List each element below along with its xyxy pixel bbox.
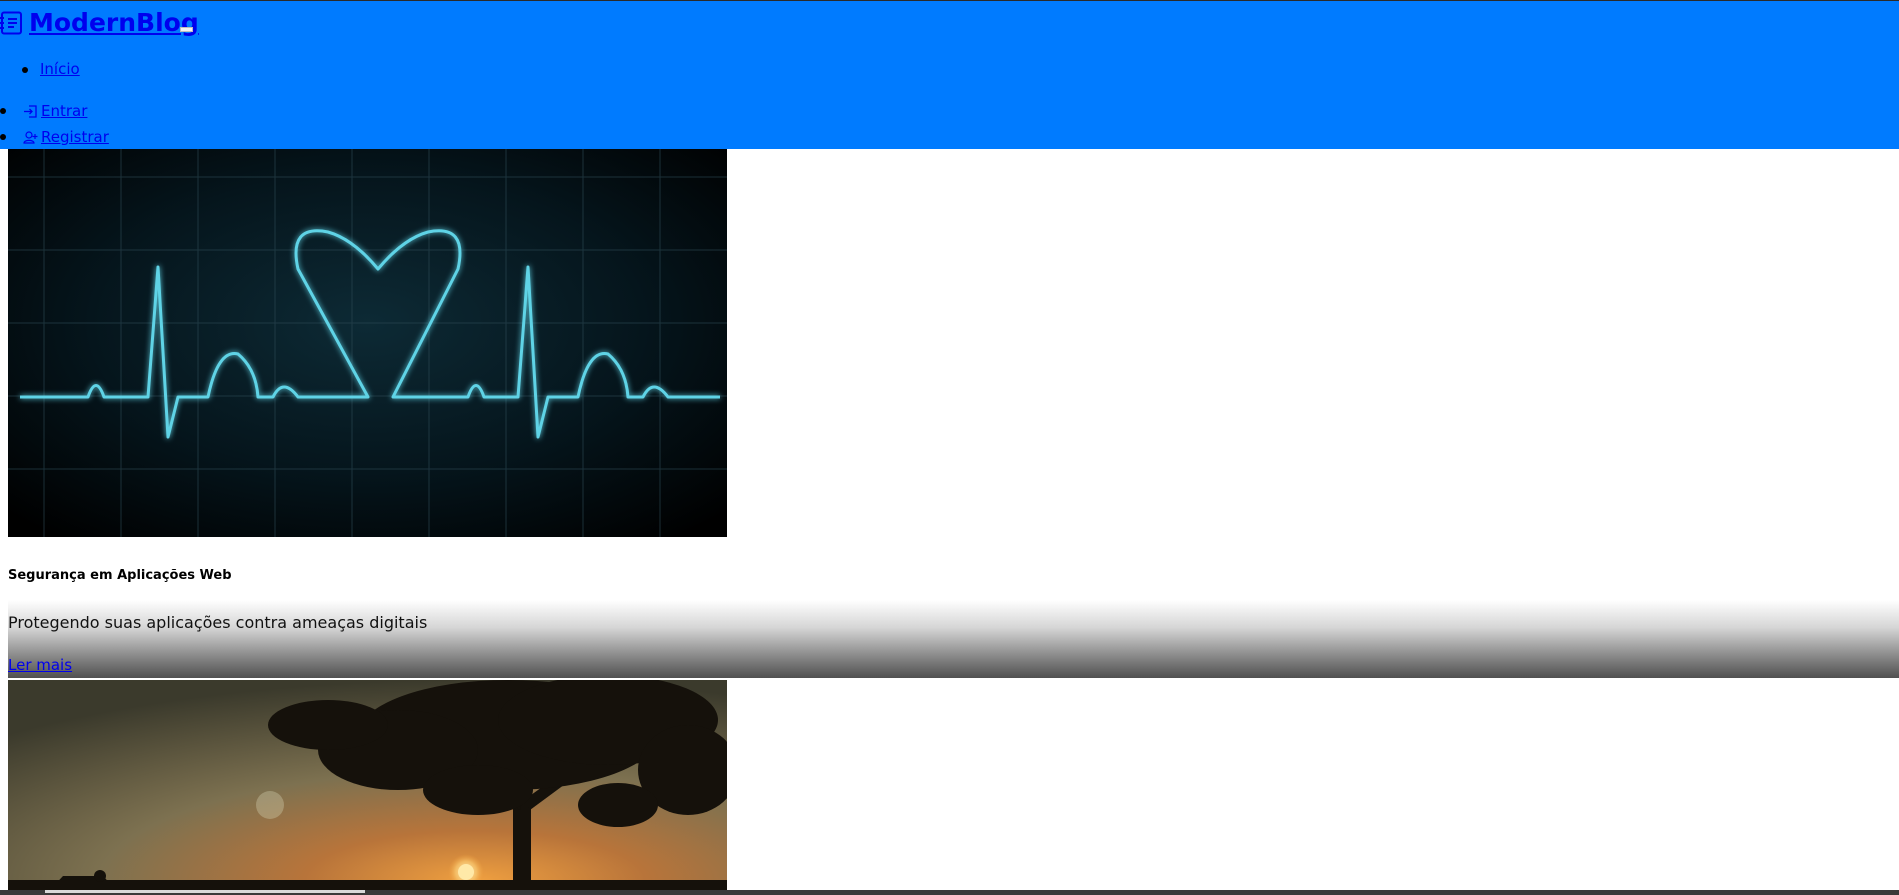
post-excerpt: Protegendo suas aplicações contra ameaça… [8, 613, 428, 632]
ecg-heartbeat-heart-image [8, 149, 727, 537]
list-bullet [22, 67, 28, 73]
nav-link-label: Entrar [41, 102, 88, 120]
nav-link-entrar[interactable]: Entrar [23, 102, 87, 120]
list-bullet [0, 134, 6, 140]
post-title: Segurança em Aplicações Web [8, 568, 232, 583]
navbar-toggler-button[interactable] [180, 27, 193, 32]
scrollbar-thumb[interactable] [45, 890, 365, 893]
post-overlay [8, 600, 1899, 678]
navbar: ModernBlog Início Entrar Registrar [0, 0, 1899, 149]
list-bullet [0, 108, 6, 114]
nav-link-label: Início [40, 60, 80, 78]
nav-link-registrar[interactable]: Registrar [23, 128, 109, 146]
horizontal-scrollbar[interactable] [0, 890, 1899, 895]
nav-link-label: Registrar [41, 128, 109, 146]
brand-label: ModernBlog [29, 8, 199, 37]
read-more-link[interactable]: Ler mais [8, 656, 72, 674]
brand-link[interactable]: ModernBlog [0, 8, 199, 37]
person-plus-icon [23, 130, 38, 145]
box-arrow-in-right-icon [23, 104, 38, 119]
journal-text-icon [0, 11, 23, 35]
nav-link-inicio[interactable]: Início [40, 60, 80, 78]
sunset-tree-silhouette-image [8, 680, 727, 892]
